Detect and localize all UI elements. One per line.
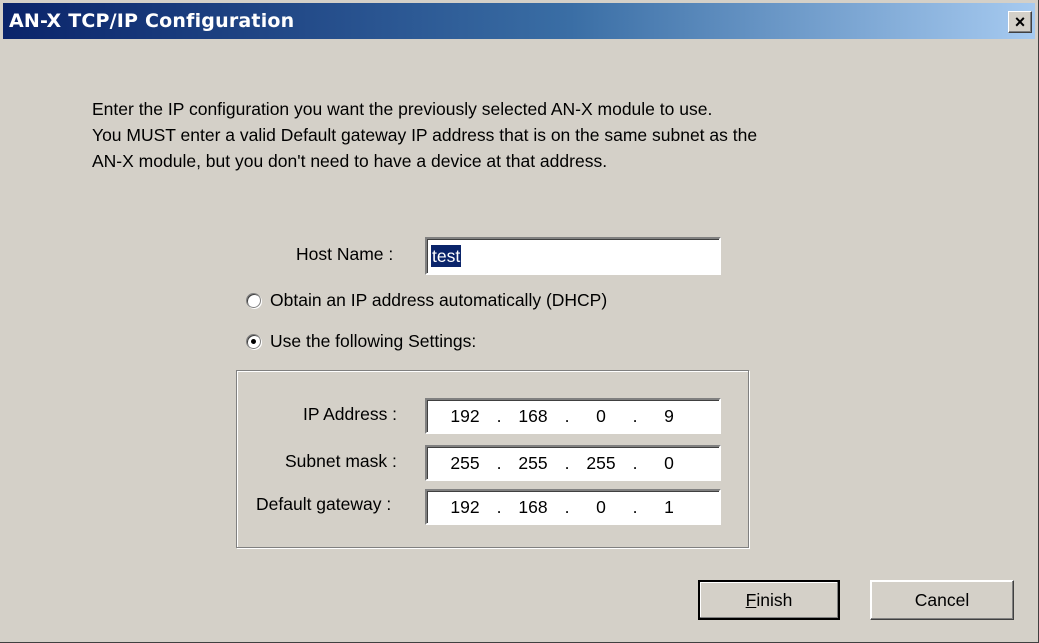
ip-dot: .	[564, 405, 570, 426]
gateway-dot: .	[496, 496, 502, 517]
dhcp-option[interactable]: Obtain an IP address automatically (DHCP…	[246, 290, 607, 311]
ip-dot: .	[632, 405, 638, 426]
finish-label: inish	[756, 589, 793, 610]
gateway-octet-3[interactable]: 0	[579, 497, 623, 518]
dhcp-label: Obtain an IP address automatically (DHCP…	[270, 290, 608, 310]
instructions-text: Enter the IP configuration you want the …	[92, 96, 992, 174]
finish-button[interactable]: Finish	[698, 580, 840, 620]
default-gateway-label: Default gateway :	[256, 494, 392, 514]
window-title: AN-X TCP/IP Configuration	[9, 10, 295, 32]
ip-address-input[interactable]: 192 . 168 . 0 . 9	[425, 398, 721, 434]
ip-octet-4[interactable]: 9	[647, 406, 691, 427]
gateway-octet-1[interactable]: 192	[443, 497, 487, 518]
tcpip-config-dialog: AN-X TCP/IP Configuration × Enter the IP…	[0, 0, 1039, 643]
subnet-octet-1[interactable]: 255	[443, 453, 487, 474]
ip-dot: .	[496, 405, 502, 426]
subnet-dot: .	[496, 452, 502, 473]
instructions-line-1: Enter the IP configuration you want the …	[92, 99, 713, 119]
static-radio[interactable]	[246, 334, 261, 349]
close-icon: ×	[1014, 12, 1026, 32]
instructions-line-3: AN-X module, but you don't need to have …	[92, 151, 608, 171]
host-name-input[interactable]: test	[425, 237, 721, 275]
subnet-dot: .	[632, 452, 638, 473]
ip-octet-2[interactable]: 168	[511, 406, 555, 427]
subnet-mask-input[interactable]: 255 . 255 . 255 . 0	[425, 445, 721, 481]
subnet-octet-2[interactable]: 255	[511, 453, 555, 474]
default-gateway-input[interactable]: 192 . 168 . 0 . 1	[425, 489, 721, 525]
ip-octet-1[interactable]: 192	[443, 406, 487, 427]
finish-mnemonic: F	[745, 589, 757, 610]
ip-address-label: IP Address :	[303, 404, 398, 424]
gateway-dot: .	[564, 496, 570, 517]
title-bar[interactable]: AN-X TCP/IP Configuration ×	[3, 3, 1035, 39]
static-option[interactable]: Use the following Settings:	[246, 331, 476, 352]
gateway-octet-4[interactable]: 1	[647, 497, 691, 518]
subnet-octet-3[interactable]: 255	[579, 453, 623, 474]
subnet-dot: .	[564, 452, 570, 473]
static-label: Use the following Settings:	[270, 331, 477, 351]
close-button[interactable]: ×	[1008, 11, 1032, 33]
gateway-octet-2[interactable]: 168	[511, 497, 555, 518]
dhcp-radio[interactable]	[246, 293, 261, 308]
cancel-button[interactable]: Cancel	[870, 580, 1014, 620]
subnet-mask-label: Subnet mask :	[285, 451, 397, 471]
host-name-label: Host Name :	[296, 244, 394, 264]
cancel-label: Cancel	[914, 589, 970, 610]
host-name-value: test	[431, 245, 462, 267]
instructions-line-2: You MUST enter a valid Default gateway I…	[92, 125, 758, 145]
gateway-dot: .	[632, 496, 638, 517]
subnet-octet-4[interactable]: 0	[647, 453, 691, 474]
ip-octet-3[interactable]: 0	[579, 406, 623, 427]
